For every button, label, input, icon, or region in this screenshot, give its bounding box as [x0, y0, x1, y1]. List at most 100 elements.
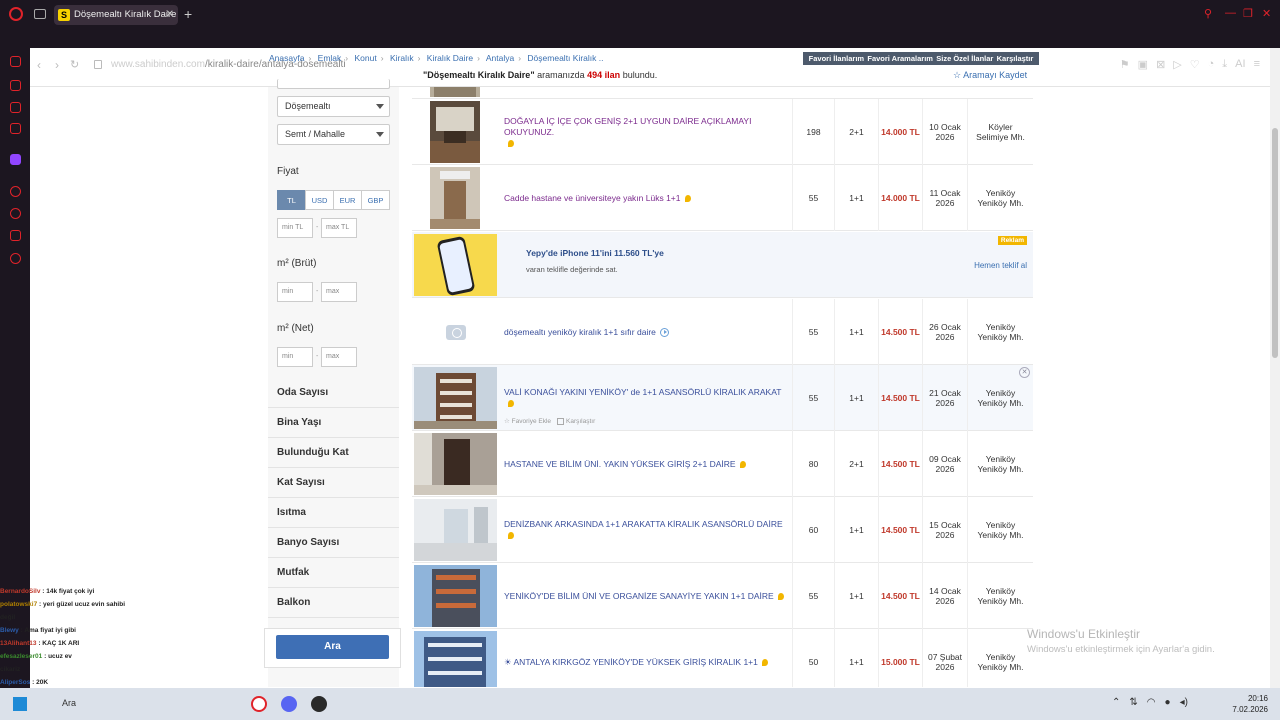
browser-tab[interactable]: S Döşemealtı Kiralık Daire Fi ✕ — [54, 5, 178, 25]
maximize-icon[interactable]: ❐ — [1243, 7, 1253, 20]
listing-photo[interactable] — [414, 499, 497, 561]
listing-photo-placeholder[interactable] — [414, 301, 497, 363]
breadcrumb-item[interactable]: Konut — [355, 53, 377, 63]
close-icon[interactable]: ✕ — [1019, 367, 1030, 378]
taskbar-search[interactable]: Ara — [62, 698, 76, 708]
ad-title[interactable]: Yepy'de iPhone 11'ini 11.560 TL'ye — [526, 248, 664, 258]
listing-title[interactable]: YENİKÖY'DE BİLİM ÜNİ VE ORGANİZE SANAYİY… — [504, 563, 789, 629]
currency-eur[interactable]: EUR — [333, 190, 362, 210]
tab-close-icon[interactable]: ✕ — [166, 5, 174, 25]
table-row[interactable]: VALİ KONAĞI YAKINI YENİKÖY' de 1+1 ASANS… — [412, 365, 1033, 431]
download-icon[interactable]: ⤓ — [1222, 58, 1227, 71]
opera-logo-icon[interactable] — [9, 7, 23, 21]
table-row[interactable]: HASTANE VE BİLİM ÜNİ. YAKIN YÜKSEK GİRİŞ… — [412, 431, 1033, 497]
sidebar-instagram-icon[interactable] — [10, 123, 21, 134]
taskbar-clock[interactable]: 20:16 7.02.2026 — [1232, 693, 1268, 715]
filter-kitchen[interactable]: Mutfak — [268, 558, 399, 588]
table-row[interactable]: ☀ ANTALYA KIRKGÖZ YENİKÖY'DE YÜKSEK GİRİ… — [412, 629, 1033, 687]
ad-cta-link[interactable]: Hemen teklif al — [974, 261, 1027, 270]
price-min-input[interactable]: min TL — [277, 218, 313, 238]
filter-select-partial[interactable] — [277, 79, 390, 89]
currency-gbp[interactable]: GBP — [361, 190, 390, 210]
compare-label[interactable]: Karşılaştır — [566, 418, 595, 425]
table-row-partial[interactable] — [412, 87, 1033, 99]
currency-tl[interactable]: TL — [277, 190, 306, 210]
price-max-input[interactable]: max TL — [321, 218, 357, 238]
network-icon[interactable]: ⇅ — [1129, 697, 1137, 708]
listing-photo[interactable] — [414, 433, 497, 495]
listing-photo[interactable] — [430, 87, 480, 97]
breadcrumb-item[interactable]: Kiralık — [390, 53, 414, 63]
speaker-icon[interactable]: ◂) — [1180, 697, 1188, 708]
filter-bathroom-count[interactable]: Banyo Sayısı — [268, 528, 399, 558]
nav-compare[interactable]: Karşılaştır — [997, 54, 1034, 63]
heart-icon[interactable]: ♡ — [1190, 58, 1200, 71]
ai-icon[interactable]: AI — [1235, 58, 1245, 71]
new-tab-button[interactable]: + — [184, 6, 192, 22]
pin-icon[interactable]: ⚑ — [1120, 58, 1130, 71]
nav-favorite-searches[interactable]: Favori Aramalarım — [867, 54, 933, 63]
sidebar-settings-icon[interactable] — [10, 253, 21, 264]
filter-heating[interactable]: Isıtma — [268, 498, 399, 528]
listing-photo[interactable] — [414, 367, 497, 429]
tab-overview-icon[interactable] — [34, 9, 46, 19]
scrollbar-thumb[interactable] — [1272, 128, 1278, 358]
breadcrumb-item[interactable]: Antalya — [486, 53, 514, 63]
opera-taskbar-icon[interactable] — [251, 696, 267, 712]
lock-icon[interactable] — [94, 60, 102, 69]
sidebar-whatsapp-icon[interactable] — [10, 102, 21, 113]
nav-personalized[interactable]: Size Özel İlanlar — [936, 54, 993, 63]
ad-image[interactable] — [414, 234, 497, 297]
mic-icon[interactable]: ● — [1165, 697, 1171, 708]
table-row[interactable]: Cadde hastane ve üniversiteye yakın Lüks… — [412, 165, 1033, 231]
table-row[interactable]: DENİZBANK ARKASINDA 1+1 ARAKATTA KİRALIK… — [412, 497, 1033, 563]
listing-photo[interactable] — [430, 101, 480, 163]
snapshot-icon[interactable]: ▣ — [1138, 58, 1148, 71]
nav-favorite-listings[interactable]: Favori İlanlarım — [809, 54, 864, 63]
district-select[interactable]: Döşemealtı — [277, 96, 390, 117]
menu-icon[interactable]: ≡ — [1254, 58, 1260, 71]
filter-building-age[interactable]: Bina Yaşı — [268, 408, 399, 438]
sidebar-extensions-icon[interactable] — [10, 230, 21, 241]
add-favorite-link[interactable]: Favoriye Ekle — [512, 418, 551, 425]
save-search-link[interactable]: ☆ Aramayı Kaydet — [953, 70, 1027, 81]
listing-photo[interactable] — [414, 565, 497, 627]
wifi-icon[interactable]: ◠ — [1147, 697, 1156, 708]
filter-room-count[interactable]: Oda Sayısı — [268, 378, 399, 408]
m2-net-min-input[interactable]: min — [277, 347, 313, 367]
shield-icon[interactable]: ⊠ — [1156, 58, 1165, 71]
m2-gross-min-input[interactable]: min — [277, 282, 313, 302]
m2-net-max-input[interactable]: max — [321, 347, 357, 367]
listing-title[interactable]: Cadde hastane ve üniversiteye yakın Lüks… — [504, 165, 789, 231]
search-icon[interactable]: ⚲ — [1204, 7, 1212, 20]
listing-photo[interactable] — [414, 631, 497, 687]
listing-title[interactable]: DOĞAYLA İÇ İÇE ÇOK GENİŞ 2+1 UYGUN DAİRE… — [504, 99, 789, 165]
back-icon[interactable]: ‹ — [37, 58, 41, 72]
forward-icon[interactable]: › — [55, 58, 59, 72]
sidebar-player-icon[interactable] — [10, 186, 21, 197]
sidebar-flow-icon[interactable] — [10, 56, 21, 67]
table-row[interactable]: döşemealtı yeniköy kiralık 1+1 sıfır dai… — [412, 299, 1033, 365]
windows-start-icon[interactable] — [13, 697, 27, 711]
page-scrollbar[interactable] — [1270, 48, 1280, 688]
filter-floor[interactable]: Bulunduğu Kat — [268, 438, 399, 468]
sidebar-messenger-icon[interactable] — [10, 80, 21, 91]
breadcrumb-item[interactable]: Döşemealtı Kiralık .. — [527, 53, 603, 63]
table-row[interactable]: DOĞAYLA İÇ İÇE ÇOK GENİŞ 2+1 UYGUN DAİRE… — [412, 99, 1033, 165]
reload-icon[interactable]: ↻ — [70, 58, 79, 71]
obs-taskbar-icon[interactable] — [311, 696, 327, 712]
minimize-icon[interactable]: — — [1225, 7, 1236, 19]
close-window-icon[interactable]: ✕ — [1262, 7, 1271, 20]
m2-gross-max-input[interactable]: max — [321, 282, 357, 302]
table-row[interactable]: YENİKÖY'DE BİLİM ÜNİ VE ORGANİZE SANAYİY… — [412, 563, 1033, 629]
listing-title[interactable]: ☀ ANTALYA KIRKGÖZ YENİKÖY'DE YÜKSEK GİRİ… — [504, 629, 789, 687]
discord-taskbar-icon[interactable] — [281, 696, 297, 712]
compare-checkbox[interactable] — [557, 417, 565, 425]
listing-title[interactable]: HASTANE VE BİLİM ÜNİ. YAKIN YÜKSEK GİRİŞ… — [504, 431, 789, 497]
listing-title[interactable]: DENİZBANK ARKASINDA 1+1 ARAKATTA KİRALIK… — [504, 497, 789, 563]
listing-title[interactable]: döşemealtı yeniköy kiralık 1+1 sıfır dai… — [504, 299, 789, 365]
breadcrumb-item[interactable]: Emlak — [318, 53, 342, 63]
chevron-up-icon[interactable]: ⌃ — [1112, 697, 1120, 708]
sidebar-history-icon[interactable] — [10, 208, 21, 219]
listing-photo[interactable] — [430, 167, 480, 229]
